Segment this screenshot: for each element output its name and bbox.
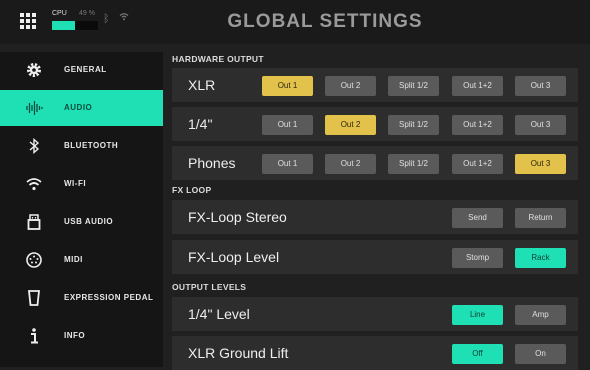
row-label: 1/4" xyxy=(188,116,213,132)
phones-split-button[interactable]: Split 1/2 xyxy=(388,154,439,174)
sidebar-item-label: EXPRESSION PEDAL xyxy=(64,293,154,302)
quarter-out3-button[interactable]: Out 3 xyxy=(515,115,566,135)
sidebar: GENERAL AUDIO BLUETOOTH WI-FI USB AUDIO … xyxy=(0,52,163,367)
ground-lift-on-button[interactable]: On xyxy=(515,344,566,364)
xlr-out3-button[interactable]: Out 3 xyxy=(515,76,566,96)
quarter-split-button[interactable]: Split 1/2 xyxy=(388,115,439,135)
quarter-out1-button[interactable]: Out 1 xyxy=(262,115,313,135)
xlr-split-button[interactable]: Split 1/2 xyxy=(388,76,439,96)
wifi-icon xyxy=(26,178,42,191)
section-output-levels: OUTPUT LEVELS xyxy=(172,282,247,292)
fx-loop-send-button[interactable]: Send xyxy=(452,208,503,228)
sidebar-item-label: MIDI xyxy=(64,255,83,264)
fx-loop-rack-button[interactable]: Rack xyxy=(515,248,566,268)
sidebar-item-audio[interactable]: AUDIO xyxy=(0,90,163,126)
sidebar-item-info[interactable]: INFO xyxy=(0,318,163,354)
sidebar-item-expression-pedal[interactable]: EXPRESSION PEDAL xyxy=(0,280,163,316)
row-label: XLR Ground Lift xyxy=(188,345,289,361)
ground-lift-off-button[interactable]: Off xyxy=(452,344,503,364)
phones-out2-button[interactable]: Out 2 xyxy=(325,154,376,174)
row-label: XLR xyxy=(188,77,216,93)
row-label: FX-Loop Stereo xyxy=(188,209,287,225)
fx-loop-return-button[interactable]: Return xyxy=(515,208,566,228)
fx-loop-stomp-button[interactable]: Stomp xyxy=(452,248,503,268)
sidebar-item-wifi[interactable]: WI-FI xyxy=(0,166,163,202)
sidebar-item-label: BLUETOOTH xyxy=(64,141,119,150)
sidebar-item-general[interactable]: GENERAL xyxy=(0,52,163,88)
setting-row-fx-loop-level: FX-Loop Level Stomp Rack xyxy=(172,240,578,274)
sidebar-item-label: WI-FI xyxy=(64,179,87,188)
section-hardware-output: HARDWARE OUTPUT xyxy=(172,54,264,64)
quarter-out1plus2-button[interactable]: Out 1+2 xyxy=(452,115,503,135)
section-fx-loop: FX LOOP xyxy=(172,185,212,195)
sidebar-item-bluetooth[interactable]: BLUETOOTH xyxy=(0,128,163,164)
sidebar-item-usb-audio[interactable]: USB AUDIO xyxy=(0,204,163,240)
setting-row-quarter-level: 1/4" Level Line Amp xyxy=(172,297,578,331)
page-title: GLOBAL SETTINGS xyxy=(227,11,423,32)
phones-out3-button[interactable]: Out 3 xyxy=(515,154,566,174)
setting-row-fx-loop-stereo: FX-Loop Stereo Send Return xyxy=(172,200,578,234)
phones-out1plus2-button[interactable]: Out 1+2 xyxy=(452,154,503,174)
xlr-out1plus2-button[interactable]: Out 1+2 xyxy=(452,76,503,96)
quarter-out2-button[interactable]: Out 2 xyxy=(325,115,376,135)
midi-port-icon xyxy=(26,252,42,268)
xlr-out2-button[interactable]: Out 2 xyxy=(325,76,376,96)
row-label: Phones xyxy=(188,155,236,171)
setting-row-quarter-inch: 1/4" Out 1 Out 2 Split 1/2 Out 1+2 Out 3 xyxy=(172,107,578,141)
xlr-out1-button[interactable]: Out 1 xyxy=(262,76,313,96)
level-line-button[interactable]: Line xyxy=(452,305,503,325)
row-label: FX-Loop Level xyxy=(188,249,280,265)
setting-row-xlr-ground-lift: XLR Ground Lift Off On xyxy=(172,336,578,370)
phones-out1-button[interactable]: Out 1 xyxy=(262,154,313,174)
info-icon xyxy=(31,328,38,344)
bluetooth-icon xyxy=(29,137,40,155)
audio-waveform-icon xyxy=(26,101,43,115)
usb-icon xyxy=(27,214,41,230)
sidebar-item-label: GENERAL xyxy=(64,65,107,74)
row-label: 1/4" Level xyxy=(188,306,250,322)
sidebar-item-label: INFO xyxy=(64,331,86,340)
sidebar-item-midi[interactable]: MIDI xyxy=(0,242,163,278)
setting-row-phones: Phones Out 1 Out 2 Split 1/2 Out 1+2 Out… xyxy=(172,146,578,180)
level-amp-button[interactable]: Amp xyxy=(515,305,566,325)
sidebar-item-label: AUDIO xyxy=(64,103,93,112)
setting-row-xlr: XLR Out 1 Out 2 Split 1/2 Out 1+2 Out 3 xyxy=(172,68,578,102)
sidebar-item-label: USB AUDIO xyxy=(64,217,114,226)
gear-icon xyxy=(27,63,41,77)
expression-pedal-icon xyxy=(27,290,41,306)
top-bar: CPU 49 % ᛒ GLOBAL SETTINGS xyxy=(0,0,590,44)
